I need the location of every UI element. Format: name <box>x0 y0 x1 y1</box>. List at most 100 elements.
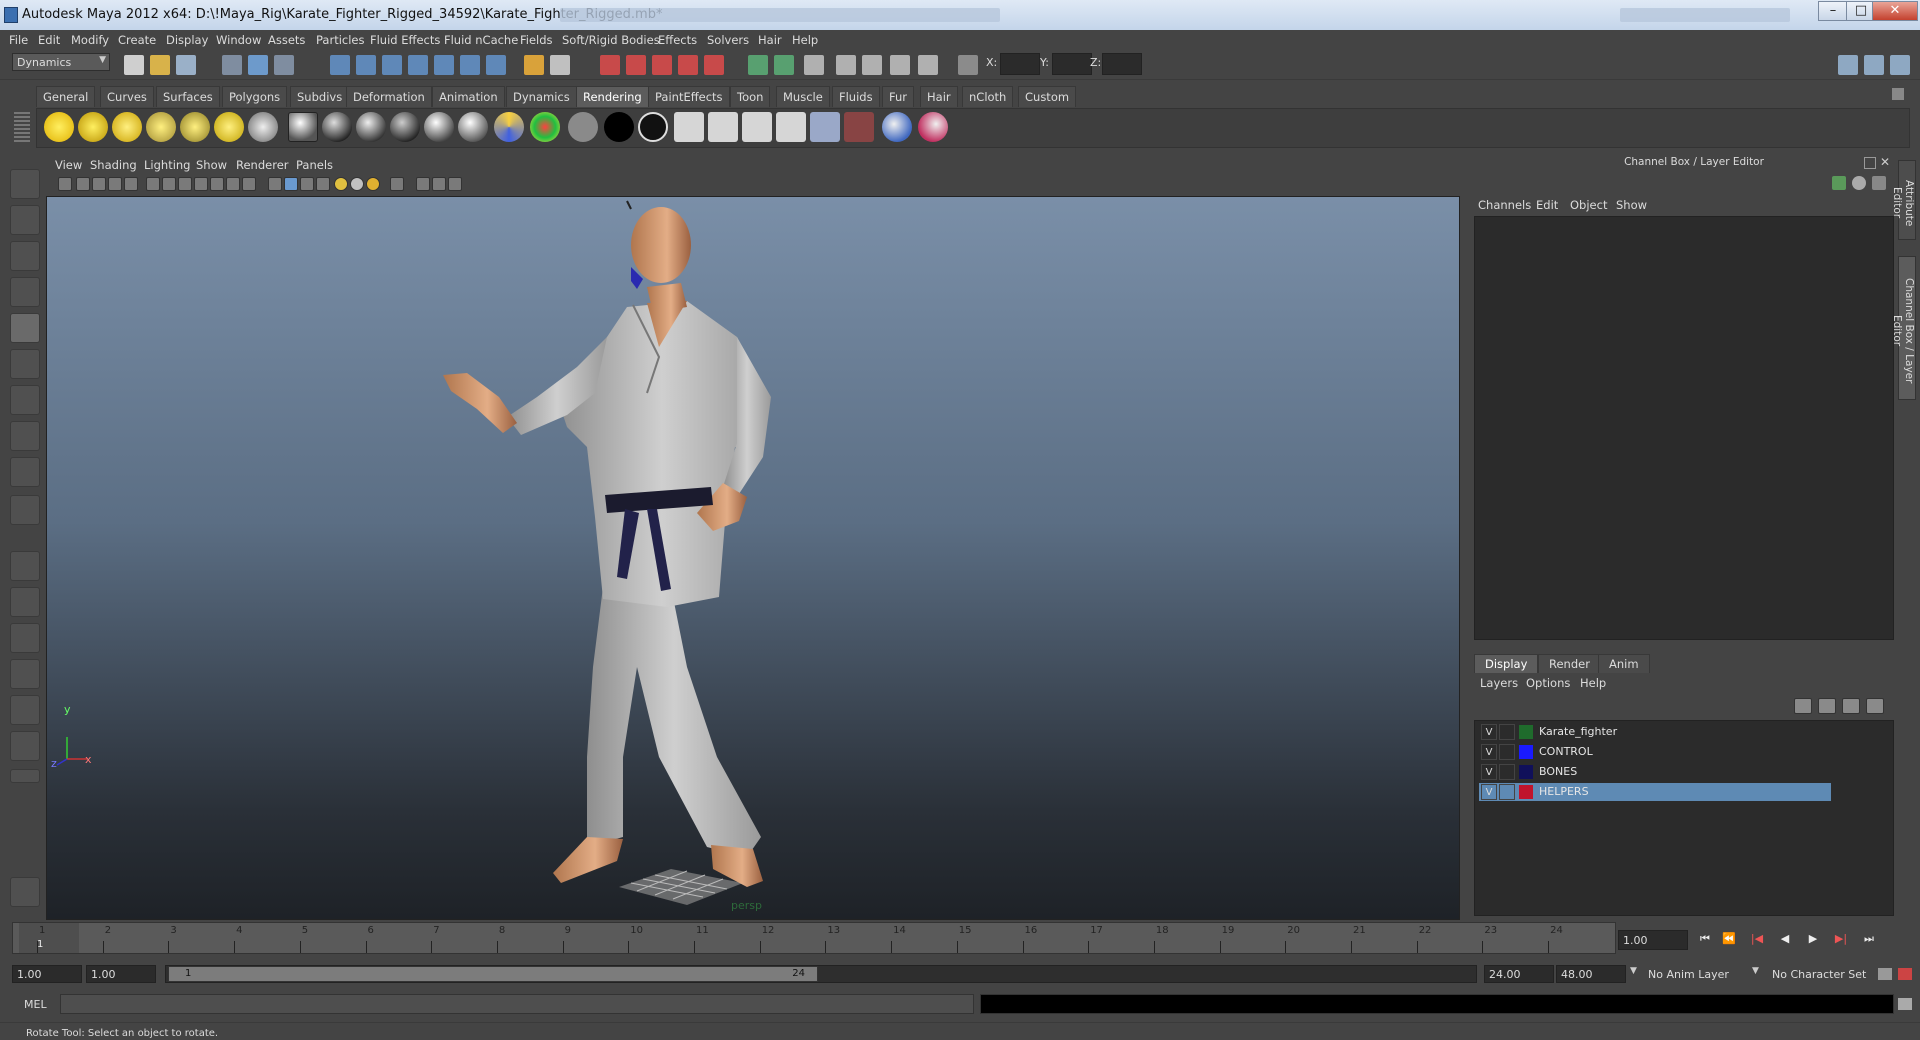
current-time-indicator[interactable] <box>19 923 79 953</box>
menu-modify[interactable]: Modify <box>71 33 109 47</box>
playback-end-field[interactable]: 24.00 <box>1484 965 1554 983</box>
layout-more-icon[interactable] <box>10 769 40 783</box>
float-panel-icon[interactable] <box>1864 157 1876 169</box>
field-chart-icon[interactable] <box>210 177 224 191</box>
render-globals-icon[interactable] <box>836 55 856 75</box>
layer-row[interactable]: V BONES <box>1479 763 1831 781</box>
anisotropic-icon[interactable] <box>458 112 488 142</box>
render-current-frame-icon[interactable] <box>600 55 620 75</box>
channel-box-menu-object[interactable]: Object <box>1570 198 1607 212</box>
high-quality-icon[interactable] <box>448 177 462 191</box>
snap-view-plane-icon[interactable] <box>408 55 428 75</box>
panel-options-icon[interactable] <box>1864 55 1884 75</box>
paint-brush-icon[interactable] <box>918 112 948 142</box>
menu-particles[interactable]: Particles <box>316 33 364 47</box>
time-slider[interactable]: 1 1 2 3 4 5 6 7 8 9 10 11 12 13 14 15 16 17 18 19 20 21 22 23 2… <box>12 922 1616 954</box>
shelf-tab-dynamics[interactable]: Dynamics <box>506 86 577 107</box>
persp-outliner-layout-icon[interactable] <box>10 623 40 653</box>
soft-modification-icon[interactable] <box>10 421 40 451</box>
menu-edit[interactable]: Edit <box>38 33 60 47</box>
open-scene-icon[interactable] <box>150 55 170 75</box>
new-scene-icon[interactable] <box>124 55 144 75</box>
textured-icon[interactable] <box>316 177 330 191</box>
menu-fluid-effects[interactable]: Fluid Effects <box>370 33 440 47</box>
grid-icon[interactable] <box>146 177 160 191</box>
layer-row[interactable]: V CONTROL <box>1479 743 1831 761</box>
single-perspective-layout-icon[interactable] <box>10 551 40 581</box>
layered-shader-icon[interactable] <box>494 112 524 142</box>
render-region-icon[interactable] <box>708 112 738 142</box>
universal-manipulator-icon[interactable] <box>10 385 40 415</box>
quick-layout-icon[interactable] <box>10 877 40 907</box>
play-forwards-button[interactable]: ▶ <box>1802 932 1824 948</box>
layer-color-swatch[interactable] <box>1519 725 1533 739</box>
move-tool-icon[interactable] <box>10 277 40 307</box>
channel-box-menu-show[interactable]: Show <box>1616 198 1647 212</box>
wireframe-icon[interactable] <box>268 177 282 191</box>
toggle-ui-icon[interactable] <box>1890 55 1910 75</box>
ipr-render-icon[interactable] <box>626 55 646 75</box>
two-d-pan-zoom-icon[interactable] <box>124 177 138 191</box>
safe-action-icon[interactable] <box>226 177 240 191</box>
make-live-icon[interactable] <box>434 55 454 75</box>
layer-row[interactable]: V Karate_fighter <box>1479 723 1831 741</box>
xray-icon[interactable] <box>416 177 430 191</box>
layer-color-swatch[interactable] <box>1519 745 1533 759</box>
move-layer-up-icon[interactable] <box>1794 698 1812 714</box>
select-by-object-icon[interactable] <box>248 55 268 75</box>
tab-attribute-editor[interactable]: Attribute Editor <box>1891 160 1916 240</box>
script-editor-icon[interactable] <box>1898 998 1912 1010</box>
channel-box-toggle-icon[interactable] <box>862 55 882 75</box>
end-time-field[interactable]: 48.00 <box>1556 965 1626 983</box>
sidebar-toggle-icon[interactable] <box>748 55 768 75</box>
persp-graph-hypergraph-layout-icon[interactable] <box>10 731 40 761</box>
viewport-menu-shading[interactable]: Shading <box>90 158 137 172</box>
layer-type-toggle[interactable] <box>1499 784 1515 800</box>
anim-layer-dropdown-icon[interactable]: ▼ <box>1630 966 1637 976</box>
menu-hair[interactable]: Hair <box>758 33 782 47</box>
panel-layout-icon[interactable] <box>1838 55 1858 75</box>
hypershade-persp-layout-icon[interactable] <box>10 695 40 725</box>
shelf-tab-fluids[interactable]: Fluids <box>832 86 880 107</box>
last-tool-icon[interactable] <box>10 495 40 525</box>
shelf-tab-surfaces[interactable]: Surfaces <box>156 86 220 107</box>
tab-render-layers[interactable]: Render <box>1538 654 1601 673</box>
xray-joints-icon[interactable] <box>432 177 446 191</box>
layer-type-toggle[interactable] <box>1499 724 1515 740</box>
tab-display-layers[interactable]: Display <box>1474 654 1539 673</box>
shadows-icon[interactable] <box>366 177 380 191</box>
surface-shader-icon[interactable] <box>288 112 318 142</box>
smooth-shade-icon[interactable] <box>284 177 298 191</box>
volume-light-icon[interactable] <box>214 112 244 142</box>
paint-select-tool-icon[interactable] <box>10 241 40 271</box>
scale-tool-icon[interactable] <box>10 349 40 379</box>
directional-light-icon[interactable] <box>78 112 108 142</box>
viewport-menu-view[interactable]: View <box>55 158 82 172</box>
perspective-viewport[interactable]: y x z persp <box>46 196 1460 920</box>
snap-grid-icon[interactable] <box>330 55 350 75</box>
channel-box-menu-channels[interactable]: Channels <box>1478 198 1531 212</box>
menu-set-dropdown[interactable]: Dynamics ▼ <box>12 53 110 71</box>
go-to-start-button[interactable]: ⏮ <box>1694 932 1716 948</box>
auto-key-icon[interactable] <box>1878 968 1892 980</box>
use-background-icon[interactable] <box>568 112 598 142</box>
minimize-button[interactable]: – <box>1818 1 1848 21</box>
ramp-shader-icon[interactable] <box>530 112 560 142</box>
show-manipulator-icon[interactable] <box>10 457 40 487</box>
shelf-tab-custom[interactable]: Custom <box>1018 86 1077 107</box>
highlight-selection-icon[interactable] <box>550 55 570 75</box>
menu-assets[interactable]: Assets <box>268 33 305 47</box>
menu-fluid-ncache[interactable]: Fluid nCache <box>444 33 518 47</box>
select-camera-icon[interactable] <box>58 177 72 191</box>
shelf-tab-deformation[interactable]: Deformation <box>346 86 432 107</box>
menu-effects[interactable]: Effects <box>658 33 697 47</box>
ipr-icon[interactable] <box>742 112 772 142</box>
layer-color-swatch[interactable] <box>1519 785 1533 799</box>
close-panel-icon[interactable]: ✕ <box>1880 155 1890 169</box>
shelf-tab-rendering[interactable]: Rendering <box>576 86 649 107</box>
menu-solvers[interactable]: Solvers <box>707 33 749 47</box>
light-link-icon[interactable] <box>248 112 278 142</box>
z-input[interactable] <box>1102 53 1142 75</box>
attribute-editor-toggle-icon[interactable] <box>774 55 794 75</box>
tab-channel-box-layer-editor[interactable]: Channel Box / Layer Editor <box>1891 256 1916 400</box>
